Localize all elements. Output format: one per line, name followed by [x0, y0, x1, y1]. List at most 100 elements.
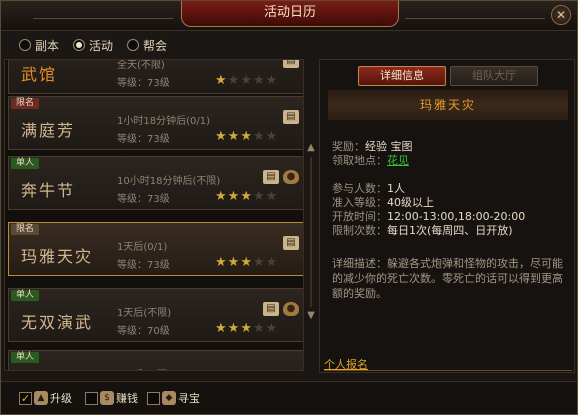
activity-level: 等级：73级 — [117, 194, 170, 205]
radio-guild[interactable]: 帮会 — [127, 38, 168, 53]
treasure-icon: ◆ — [162, 391, 176, 405]
star-filled-icon: ★ — [240, 321, 253, 336]
location-link[interactable]: 花见 — [387, 154, 409, 167]
activity-item[interactable]: 限名 满庭芳 1小时18分钟后(0/1) 等级：73级 ★★★★★ ▤ — [8, 96, 303, 150]
star-empty-icon: ★ — [252, 189, 266, 204]
checkbox[interactable]: ✓ — [19, 391, 32, 405]
filter-label: 赚钱 — [116, 392, 138, 405]
radio-label: 活动 — [89, 38, 114, 53]
category-filter-bar: 副本 活动 帮会 — [1, 32, 577, 58]
star-empty-icon: ★ — [265, 129, 279, 144]
activity-time: 1小时18分钟后(0/1) — [117, 116, 210, 127]
filter-money[interactable]: $ 赚钱 — [85, 390, 138, 406]
activity-time: 10小时18分钟后(不限) — [117, 176, 221, 187]
star-filled-icon: ★ — [227, 189, 241, 204]
star-empty-icon: ★ — [240, 73, 253, 88]
activity-name: 奔牛节 — [21, 181, 76, 200]
location-row: 领取地点：花见 — [332, 152, 409, 168]
rating-stars: ★★★★★ — [215, 321, 278, 336]
star-filled-icon: ★ — [215, 73, 228, 88]
star-empty-icon: ★ — [265, 255, 279, 270]
star-filled-icon: ★ — [215, 189, 228, 204]
activity-level: 等级：73级 — [117, 260, 170, 271]
activity-time: 1天后(0/1) — [117, 242, 168, 253]
activity-time: 1天后(不限) — [117, 308, 172, 319]
title-ornament-right — [405, 5, 545, 19]
detail-panel: 详细信息 组队大厅 玛雅天灾 奖励：经验 宝图 领取地点：花见 参与人数：1人 … — [319, 59, 575, 373]
activity-list: 武馆 全天(不限) 等级：73级 ★★★★★ ▤ 限名 满庭芳 1小时18分钟后(0/1) 等级… — [4, 59, 304, 371]
star-filled-icon: ★ — [227, 321, 241, 336]
tab-details[interactable]: 详细信息 — [358, 66, 446, 86]
checkbox[interactable] — [85, 391, 98, 405]
title-bar: 活动日历 ✕ — [1, 1, 577, 31]
activity-name: 武馆 — [21, 65, 58, 84]
radio-label: 帮会 — [143, 38, 168, 53]
activity-level: 等级：70级 — [117, 326, 170, 337]
scroll-track[interactable] — [310, 157, 312, 307]
book-icon: ▤ — [283, 60, 299, 68]
star-empty-icon: ★ — [265, 73, 279, 88]
filter-label: 寻宝 — [178, 392, 200, 405]
close-icon[interactable]: ✕ — [551, 5, 571, 25]
star-empty-icon: ★ — [265, 321, 279, 336]
radio-activity[interactable]: 活动 — [73, 38, 114, 53]
star-filled-icon: ★ — [227, 255, 241, 270]
activity-tag: 限名 — [11, 224, 40, 235]
limit-value: 每日1次(每周四、日开放) — [387, 224, 513, 237]
activity-time: 3天后(不限) — [117, 366, 171, 370]
money-bag-icon: ● — [283, 170, 299, 184]
window-title: 活动日历 — [181, 1, 399, 27]
star-filled-icon: ★ — [240, 189, 253, 204]
activity-tag: 单人 — [11, 352, 40, 363]
detail-title: 玛雅天灾 — [328, 90, 568, 120]
location-label: 领取地点： — [332, 154, 387, 167]
book-icon: ▤ — [283, 110, 299, 124]
star-filled-icon: ★ — [215, 255, 228, 270]
activity-item[interactable]: 单人 3天后(不限) — [8, 350, 303, 370]
activity-name: 无双演武 — [21, 313, 94, 332]
activity-item[interactable]: 限名 玛雅天灾 1天后(0/1) 等级：73级 ★★★★★ ▤ — [8, 222, 303, 276]
scroll-up-icon[interactable]: ▲ — [305, 141, 317, 155]
divider — [324, 370, 572, 371]
tab-team-hall[interactable]: 组队大厅 — [450, 66, 538, 86]
bottom-filter-bar: ✓ ▲ 升级 $ 赚钱 ◆ 寻宝 — [1, 381, 577, 414]
upgrade-icon: ▲ — [34, 391, 48, 405]
title-ornament-left — [33, 5, 173, 19]
scroll-down-icon[interactable]: ▼ — [305, 309, 317, 323]
money-icon: $ — [100, 391, 114, 405]
activity-tag: 限名 — [11, 98, 40, 109]
radio-dot — [73, 39, 85, 51]
radio-dungeon[interactable]: 副本 — [19, 38, 59, 53]
radio-dot — [19, 39, 31, 51]
filter-label: 升级 — [50, 392, 72, 405]
star-empty-icon: ★ — [252, 321, 266, 336]
activity-item[interactable]: 单人 无双演武 1天后(不限) 等级：70级 ★★★★★ ● ▤ — [8, 288, 303, 342]
star-empty-icon: ★ — [227, 73, 241, 88]
book-icon: ▤ — [263, 302, 279, 316]
activity-name: 玛雅天灾 — [21, 247, 94, 266]
activity-item[interactable]: 单人 奔牛节 10小时18分钟后(不限) 等级：73级 ★★★★★ ● ▤ — [8, 156, 303, 210]
rating-stars: ★★★★★ — [215, 129, 278, 144]
limit-row: 限制次数：每日1次(每周四、日开放) — [332, 222, 513, 238]
filter-treasure[interactable]: ◆ 寻宝 — [147, 390, 200, 406]
star-empty-icon: ★ — [252, 73, 266, 88]
rating-stars: ★★★★★ — [215, 255, 278, 270]
activity-tag: 单人 — [11, 290, 40, 301]
book-icon: ▤ — [263, 170, 279, 184]
star-filled-icon: ★ — [215, 129, 228, 144]
star-filled-icon: ★ — [240, 255, 253, 270]
filter-upgrade[interactable]: ✓ ▲ 升级 — [19, 390, 72, 406]
star-empty-icon: ★ — [252, 129, 266, 144]
book-icon: ▤ — [283, 236, 299, 250]
checkbox[interactable] — [147, 391, 160, 405]
list-scrollbar[interactable]: ▲ ▼ — [305, 141, 317, 341]
activity-level: 等级：73级 — [117, 134, 170, 145]
activity-item[interactable]: 武馆 全天(不限) 等级：73级 ★★★★★ ▤ — [8, 60, 303, 94]
star-empty-icon: ★ — [252, 255, 266, 270]
activity-time: 全天(不限) — [117, 60, 165, 71]
description: 详细描述：躲避各式炮弹和怪物的攻击，尽可能的减少你的死亡次数。零死亡的话可以得到… — [332, 257, 563, 300]
star-filled-icon: ★ — [240, 129, 253, 144]
radio-dot — [127, 39, 139, 51]
star-filled-icon: ★ — [227, 129, 241, 144]
star-filled-icon: ★ — [215, 321, 228, 336]
